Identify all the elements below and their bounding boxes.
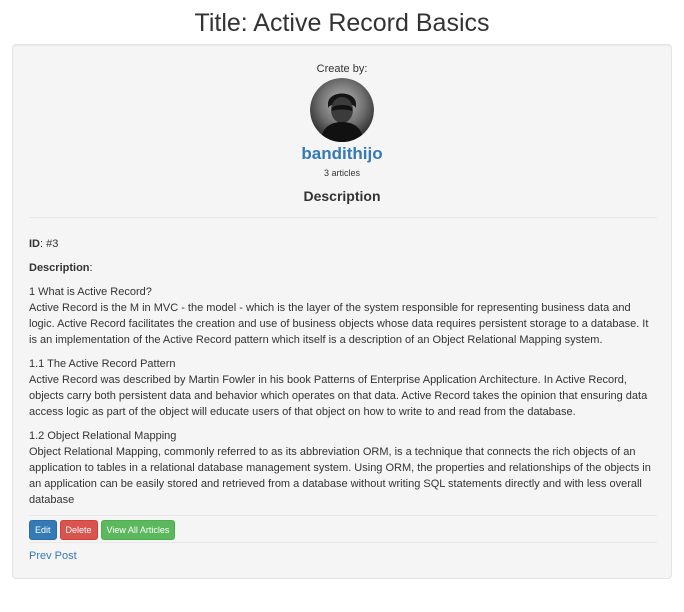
prev-post-link[interactable]: Prev Post <box>29 548 77 564</box>
section-heading: 1.1 The Active Record Pattern <box>29 358 176 370</box>
divider <box>29 217 657 218</box>
section-heading: 1.2 Object Relational Mapping <box>29 430 177 442</box>
section-body: Active Record was described by Martin Fo… <box>29 374 648 418</box>
divider <box>29 515 657 516</box>
action-buttons: Edit Delete View All Articles <box>29 520 176 540</box>
section-object-relational-mapping: 1.2 Object Relational Mapping Object Rel… <box>29 428 659 508</box>
author-block: Create by: bandithijo 3 articles Descrip <box>13 62 671 205</box>
avatar-photo <box>310 78 374 142</box>
author-avatar[interactable] <box>310 78 374 142</box>
section-what-is-active-record: 1 What is Active Record? Active Record i… <box>29 284 659 348</box>
page-title: Title: Active Record Basics <box>194 9 490 37</box>
create-by-label: Create by: <box>316 63 368 75</box>
section-body: Active Record is the M in MVC - the mode… <box>29 302 649 346</box>
delete-button[interactable]: Delete <box>59 520 98 540</box>
description-colon: : <box>89 262 93 274</box>
section-body: Object Relational Mapping, commonly refe… <box>29 446 651 506</box>
id-label: ID <box>29 238 40 250</box>
article-count: 3 articles <box>323 168 360 178</box>
section-heading: 1 What is Active Record? <box>29 286 152 298</box>
id-field: ID: #3 <box>29 236 659 252</box>
divider <box>29 542 657 543</box>
author-name-link[interactable]: bandithijo <box>301 143 382 165</box>
id-value: : #3 <box>40 238 59 250</box>
view-all-articles-button[interactable]: View All Articles <box>100 520 176 540</box>
description-field: Description: <box>29 260 659 276</box>
post-panel: Create by: bandithijo 3 articles Descrip <box>12 44 672 579</box>
description-heading: Description <box>303 188 381 204</box>
post-body: ID: #3 Description: 1 What is Active Rec… <box>29 236 659 516</box>
edit-button[interactable]: Edit <box>29 520 57 540</box>
description-label: Description <box>29 262 90 274</box>
section-active-record-pattern: 1.1 The Active Record Pattern Active Rec… <box>29 356 659 420</box>
